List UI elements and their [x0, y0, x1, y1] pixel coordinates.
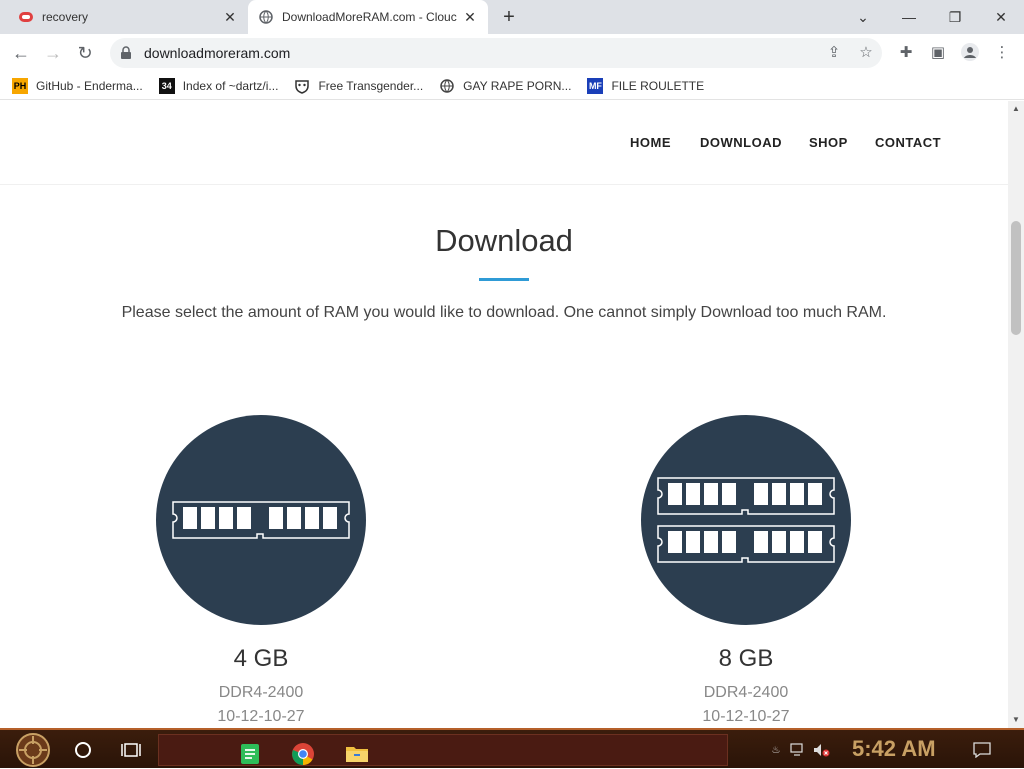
globe-icon [439, 78, 455, 94]
taskbar: ♨ 5:42 AM [0, 728, 1024, 768]
tray-overflow-icon[interactable]: ♨ [766, 740, 786, 760]
reload-button[interactable]: ↻ [70, 38, 100, 68]
mask-icon [294, 78, 310, 94]
bookmark-label: Free Transgender... [318, 78, 424, 93]
page-title: Download [435, 223, 573, 258]
page-scrollbar[interactable]: ▲ ▼ [1008, 101, 1024, 728]
tab-search-icon[interactable]: ⌄ [840, 0, 886, 34]
recovery-favicon-icon [18, 9, 34, 25]
intro-text: Please select the amount of RAM you woul… [121, 304, 887, 321]
product-timing: 10-12-10-27 [217, 708, 305, 725]
nav-home[interactable]: HOME [630, 135, 671, 150]
taskbar-clock[interactable]: 5:42 AM [852, 736, 936, 762]
bookmark-free[interactable]: Free Transgender... [294, 78, 423, 94]
network-icon[interactable] [788, 740, 808, 760]
title-underline [479, 278, 529, 281]
globe-icon [258, 9, 274, 25]
product-8gb[interactable]: 8 GB DDR4-2400 10-12-10-27 [641, 415, 851, 728]
ph-icon: PH [12, 77, 28, 94]
product-timing: 10-12-10-27 [702, 708, 790, 725]
bookmark-label: GitHub - Enderma... [36, 78, 143, 93]
address-bar[interactable]: downloadmoreram.com [110, 38, 882, 68]
chrome-icon[interactable] [288, 739, 318, 769]
start-button[interactable] [12, 732, 54, 768]
notifications-icon[interactable] [972, 740, 992, 760]
file-explorer-icon[interactable] [342, 739, 372, 769]
product-name: 4 GB [233, 645, 289, 672]
ram-stick-icon[interactable] [156, 415, 366, 625]
bookmark-file-roulette[interactable]: MF FILE ROULETTE [587, 77, 705, 94]
taskbar-apps [158, 734, 728, 766]
new-tab-button[interactable]: + [498, 7, 520, 29]
product-name: 8 GB [718, 645, 774, 672]
product-spec: DDR4-2400 [703, 684, 789, 701]
back-button[interactable]: ← [6, 38, 36, 68]
restore-button[interactable]: ❐ [932, 0, 978, 34]
minimize-button[interactable]: — [886, 0, 932, 34]
volume-muted-icon[interactable] [812, 740, 832, 760]
nav-shop[interactable]: SHOP [809, 135, 848, 150]
menu-kebab-icon[interactable]: ⋮ [990, 40, 1014, 64]
profile-avatar-icon[interactable] [958, 40, 982, 64]
extensions-icon[interactable]: ✚ [894, 40, 918, 64]
bookmark-star-icon[interactable]: ☆ [854, 40, 878, 64]
bookmark-label: FILE ROULETTE [611, 78, 705, 93]
tab-recovery[interactable]: recovery ✕ [8, 0, 248, 34]
product-spec: DDR4-2400 [218, 684, 304, 701]
tab-downloadmoreram[interactable]: DownloadMoreRAM.com - Clouc ✕ [248, 0, 488, 34]
tab-close-icon[interactable]: ✕ [222, 9, 238, 25]
mf-icon: MF [587, 77, 604, 94]
tab-close-icon[interactable]: ✕ [462, 9, 478, 25]
bookmark-label: GAY RAPE PORN... [463, 78, 572, 93]
share-icon[interactable]: ⇪ [822, 40, 846, 64]
tab-strip: recovery ✕ DownloadMoreRAM.com - Clouc ✕… [0, 0, 1024, 34]
side-panel-icon[interactable]: ▣ [926, 40, 950, 64]
cortana-search-icon[interactable] [69, 736, 97, 764]
tab-title: recovery [42, 10, 89, 24]
nav-download[interactable]: DOWNLOAD [700, 135, 782, 150]
bookmark-label: Index of ~dartz/i... [182, 78, 279, 93]
web-page: HOME DOWNLOAD SHOP CONTACT Download Plea… [0, 101, 1008, 728]
lock-icon [120, 46, 134, 60]
tab-title: DownloadMoreRAM.com - Clouc [282, 10, 457, 24]
scrollbar-thumb[interactable] [1011, 221, 1021, 335]
bookmark-index[interactable]: 34 Index of ~dartz/i... [158, 77, 279, 94]
notes-app-icon[interactable] [235, 739, 265, 769]
forward-button[interactable]: → [38, 38, 68, 68]
scroll-up-arrow-icon[interactable]: ▲ [1008, 101, 1024, 117]
nav-contact[interactable]: CONTACT [875, 135, 941, 150]
task-view-icon[interactable] [117, 736, 145, 764]
bookmark-github[interactable]: PH GitHub - Enderma... [12, 77, 143, 94]
url-text: downloadmoreram.com [144, 45, 291, 61]
bookmark-globe[interactable]: GAY RAPE PORN... [439, 78, 571, 94]
scroll-down-arrow-icon[interactable]: ▼ [1008, 712, 1024, 728]
browser-toolbar: ← → ↻ downloadmoreram.com ⇪ ☆ ✚ ▣ ⋮ [0, 34, 1024, 72]
site-nav: HOME DOWNLOAD SHOP CONTACT [0, 101, 1008, 185]
close-window-button[interactable]: ✕ [978, 0, 1024, 34]
ram-double-stick-icon[interactable] [641, 415, 851, 625]
bookmarks-bar: PH GitHub - Enderma... 34 Index of ~dart… [0, 72, 1024, 100]
index-icon: 34 [158, 77, 175, 94]
product-4gb[interactable]: 4 GB DDR4-2400 10-12-10-27 [156, 415, 366, 728]
